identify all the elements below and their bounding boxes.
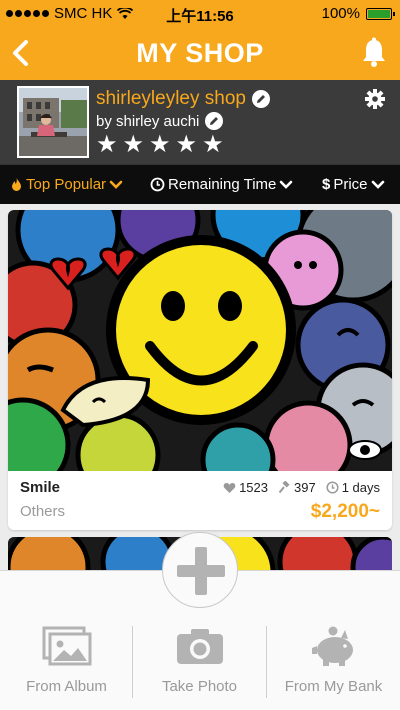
item-stats: 1523 397 1 days [223,480,380,495]
bids-count: 397 [293,480,316,495]
item-price: $2,200~ [310,501,380,522]
item-card[interactable]: Smile Others 1523 397 1 days $2,200~ [8,210,392,530]
bids-stat: 397 [278,480,316,495]
sort-remaining-time-label: Remaining Time [168,176,277,193]
add-item-button[interactable] [162,532,238,608]
star-icon: ★ [96,131,118,158]
from-album-label: From Album [26,678,107,695]
battery-percent: 100% [321,5,360,22]
shop-profile: shirleyleyley shop by shirley auchi ★ ★ … [0,80,400,164]
from-bank-label: From My Bank [284,678,383,695]
avatar-photo [19,88,87,156]
take-photo-label: Take Photo [161,678,238,695]
dollar-icon: $ [322,176,331,193]
owner-name: by shirley auchi [96,112,200,130]
album-icon [42,626,91,666]
from-bank-button[interactable]: From My Bank [267,626,400,710]
camera-icon [176,629,223,664]
sort-top-popular-label: Top Popular [26,176,107,193]
star-icon: ★ [149,131,171,158]
chevron-down-icon [371,180,384,189]
take-photo-button[interactable]: Take Photo [133,626,266,710]
sort-price[interactable]: $ Price [322,176,385,193]
item-title: Smile [20,479,61,496]
rating-stars: ★ ★ ★ ★ ★ [96,133,224,157]
notifications-button[interactable] [360,36,388,70]
likes-count: 1523 [239,480,268,495]
item-info: Smile Others 1523 397 1 days $2,200~ [8,471,392,530]
edit-shop-name-button[interactable] [251,90,270,108]
chevron-down-icon [280,180,293,189]
gear-icon [365,89,385,109]
time-left: 1 days [341,480,380,495]
nav-bar: MY SHOP [0,26,400,80]
chevron-down-icon [109,180,123,189]
pencil-icon [256,95,265,103]
likes-stat: 1523 [223,480,268,495]
sort-remaining-time[interactable]: Remaining Time [150,176,293,193]
smiley-collage-image [8,210,392,471]
shop-name: shirleyleyley shop [96,88,246,109]
clock-icon [326,481,339,494]
settings-button[interactable] [364,88,386,110]
plus-icon [177,547,225,595]
edit-owner-button[interactable] [205,112,224,130]
item-category: Others [20,503,66,520]
status-bar: SMC HK 上午11:56 100% [0,0,400,26]
flame-icon [12,178,21,191]
star-icon: ★ [122,131,145,158]
star-icon: ★ [202,131,224,158]
time-left-stat: 1 days [326,480,380,495]
pencil-icon [210,117,219,125]
sort-bar: Top Popular Remaining Time $ Price [0,164,400,204]
battery-icon [366,7,395,20]
sort-price-label: Price [333,176,368,193]
shop-name-row: shirleyleyley shop [96,88,270,110]
owner-row: by shirley auchi [96,112,224,130]
bell-icon [363,37,385,67]
battery-info: 100% [321,5,395,22]
item-list[interactable]: Smile Others 1523 397 1 days $2,200~ [0,204,400,570]
from-album-button[interactable]: From Album [0,626,133,710]
gavel-icon [278,481,290,494]
avatar[interactable] [17,86,89,158]
sort-top-popular[interactable]: Top Popular [10,176,123,193]
heart-icon [223,482,236,493]
star-icon: ★ [175,131,198,158]
page-title: MY SHOP [136,38,264,68]
piggy-bank-icon [311,626,353,666]
clock-icon [150,177,165,192]
item-image[interactable] [8,210,392,471]
